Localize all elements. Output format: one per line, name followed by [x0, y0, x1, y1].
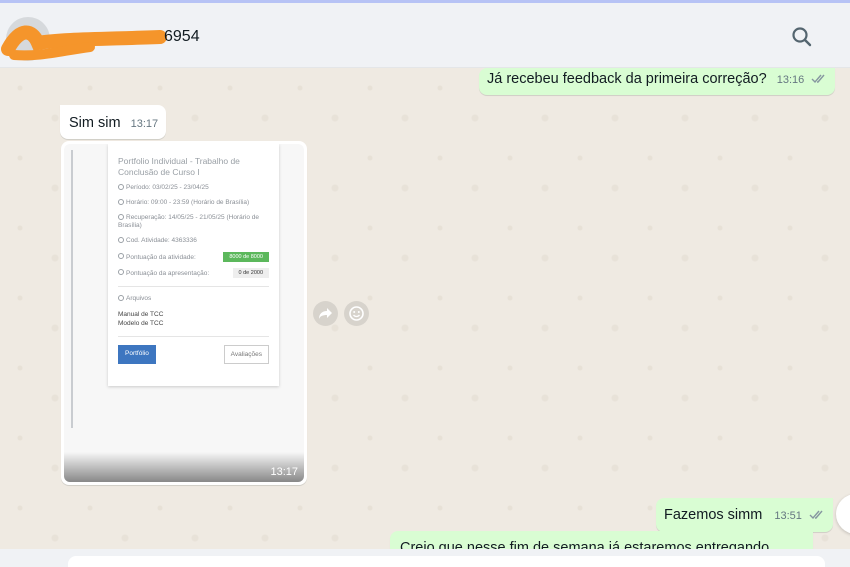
- doc-avaliacoes-button: Avaliações: [223, 345, 269, 364]
- message-incoming[interactable]: Sim sim 13:17: [60, 105, 167, 139]
- search-button[interactable]: [788, 23, 816, 51]
- doc-divider: [118, 286, 269, 287]
- folder-icon: [118, 295, 124, 301]
- doc-horario-text: Horário: 09:00 - 23:59 (Horário de Brasí…: [126, 199, 250, 206]
- message-time: 13:51: [774, 510, 802, 522]
- doc-periodo-text: Período: 03/02/25 - 23/04/25: [126, 184, 209, 191]
- message-time: 13:16: [776, 74, 805, 86]
- clock-icon: [118, 214, 124, 220]
- doc-horario: Horário: 09:00 - 23:59 (Horário de Brasí…: [118, 199, 269, 207]
- chat-area: Já recebeu feedback da primeira correção…: [0, 68, 850, 549]
- message-meta: 13:16: [777, 71, 828, 87]
- doc-score-label-text: Pontuação da atividade:: [126, 254, 196, 261]
- doc-score-row: Pontuação da atividade: 8000 de 8000: [118, 252, 269, 262]
- message-text: Sim sim: [69, 115, 121, 131]
- composer-bar: [0, 549, 850, 567]
- doc-arquivos: Arquivos: [118, 295, 269, 303]
- message-time: 13:17: [130, 118, 159, 130]
- clock-icon: [118, 184, 124, 190]
- doc-arquivos-text: Arquivos: [126, 295, 152, 302]
- contact-name[interactable]: 6954: [164, 28, 200, 46]
- info-icon: [118, 269, 124, 275]
- image-time-shade: [64, 452, 304, 482]
- doc-buttons: Portfólio Avaliações: [118, 345, 269, 364]
- message-text: Creio que nesse fim de semana já estarem…: [400, 540, 770, 549]
- screenshot-document-card: Portfolio Individual - Trabalho de Concl…: [108, 144, 279, 386]
- doc-score-value: 8000 de 8000: [223, 252, 269, 262]
- forward-button[interactable]: [313, 301, 338, 326]
- info-icon: [118, 253, 124, 259]
- doc-portfolio-button: Portfólio: [118, 345, 156, 364]
- doc-presentation-label-text: Pontuação da apresentação:: [126, 270, 210, 277]
- clock-icon: [118, 199, 124, 205]
- doc-divider: [118, 336, 269, 337]
- image-message[interactable]: Portfolio Individual - Trabalho de Concl…: [61, 141, 307, 485]
- doc-recuperacao: Recuperação: 14/05/25 - 21/05/25 (Horári…: [118, 214, 269, 230]
- redaction-scribble: [1, 25, 167, 61]
- message-time: 13:17: [270, 466, 298, 478]
- image-attachment[interactable]: Portfolio Individual - Trabalho de Concl…: [64, 144, 304, 482]
- message-outgoing[interactable]: Já recebeu feedback da primeira correção…: [479, 68, 836, 95]
- doc-file-item: Modelo de TCC: [118, 320, 164, 327]
- double-check-icon: [811, 74, 825, 84]
- doc-presentation-label: Pontuação da apresentação:: [118, 269, 209, 277]
- doc-cod-text: Cod. Atividade: 4363336: [126, 237, 197, 244]
- message-outgoing[interactable]: Fazemos simm 13:51: [656, 498, 833, 532]
- scroll-down-button[interactable]: [836, 494, 850, 534]
- chat-header: 6954: [0, 3, 850, 68]
- doc-score-label: Pontuação da atividade:: [118, 253, 196, 261]
- double-check-icon: [809, 510, 823, 520]
- message-text: Fazemos simm: [664, 507, 763, 523]
- doc-file-item: Manual de TCC: [118, 311, 164, 318]
- doc-file-list: Manual de TCC Modelo de TCC: [118, 310, 269, 328]
- doc-presentation-row: Pontuação da apresentação: 0 de 2000: [118, 268, 269, 278]
- message-text: Já recebeu feedback da primeira correção…: [487, 71, 767, 87]
- message-input[interactable]: [68, 556, 825, 567]
- doc-recuperacao-text: Recuperação: 14/05/25 - 21/05/25 (Horári…: [118, 214, 259, 229]
- forward-icon: [319, 308, 332, 319]
- doc-title: Portfolio Individual - Trabalho de Concl…: [118, 156, 240, 177]
- info-icon: [118, 237, 124, 243]
- message-meta: 13:51: [774, 507, 825, 523]
- doc-presentation-value: 0 de 2000: [232, 268, 269, 278]
- image-left-rule: [71, 150, 73, 428]
- emoji-icon: [349, 306, 364, 321]
- emoji-react-button[interactable]: [344, 301, 369, 326]
- message-outgoing[interactable]: Creio que nesse fim de semana já estarem…: [390, 531, 813, 549]
- search-icon: [792, 27, 812, 47]
- doc-cod: Cod. Atividade: 4363336: [118, 237, 269, 245]
- doc-periodo: Período: 03/02/25 - 23/04/25: [118, 184, 269, 192]
